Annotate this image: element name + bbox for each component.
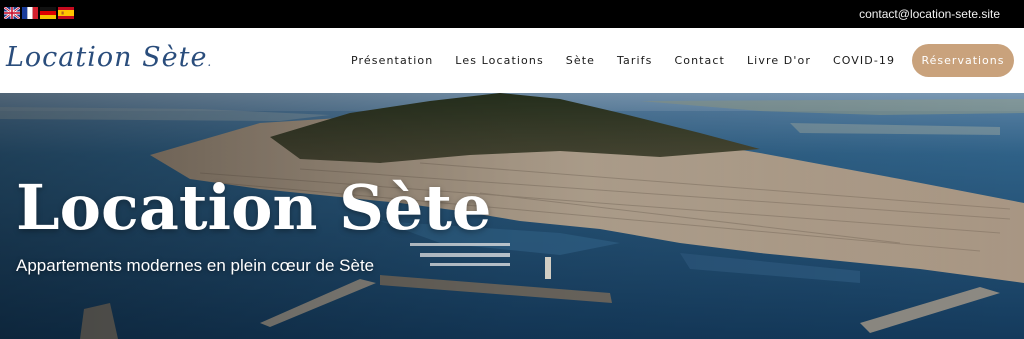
site-logo[interactable]: Location Sète.: [6, 42, 212, 73]
language-switcher: [4, 7, 74, 19]
reservations-button[interactable]: Réservations: [912, 44, 1014, 77]
germany-flag-icon[interactable]: [40, 7, 56, 19]
hero-title: Location Sète: [16, 171, 492, 244]
spain-flag-icon[interactable]: [58, 7, 74, 19]
site-header: Location Sète. Présentation Les Location…: [0, 28, 1024, 93]
logo-dot: .: [207, 55, 213, 69]
nav-tarifs[interactable]: Tarifs: [617, 54, 652, 67]
nav-les-locations[interactable]: Les Locations: [455, 54, 544, 67]
top-bar: contact@location-sete.site: [0, 0, 1024, 28]
hero-subtitle: Appartements modernes en plein cœur de S…: [16, 256, 375, 275]
nav-presentation[interactable]: Présentation: [351, 54, 433, 67]
main-nav: Présentation Les Locations Sète Tarifs C…: [340, 28, 927, 93]
hero-banner: Location Sète Appartements modernes en p…: [0, 93, 1024, 339]
france-flag-icon[interactable]: [22, 7, 38, 19]
nav-sete[interactable]: Sète: [566, 54, 595, 67]
contact-email-link[interactable]: contact@location-sete.site: [859, 7, 1000, 21]
logo-text: Location Sète: [6, 42, 208, 73]
nav-livre-dor[interactable]: Livre D'or: [747, 54, 811, 67]
nav-contact[interactable]: Contact: [674, 54, 725, 67]
uk-flag-icon[interactable]: [4, 7, 20, 19]
nav-covid-19[interactable]: COVID-19: [833, 54, 895, 67]
